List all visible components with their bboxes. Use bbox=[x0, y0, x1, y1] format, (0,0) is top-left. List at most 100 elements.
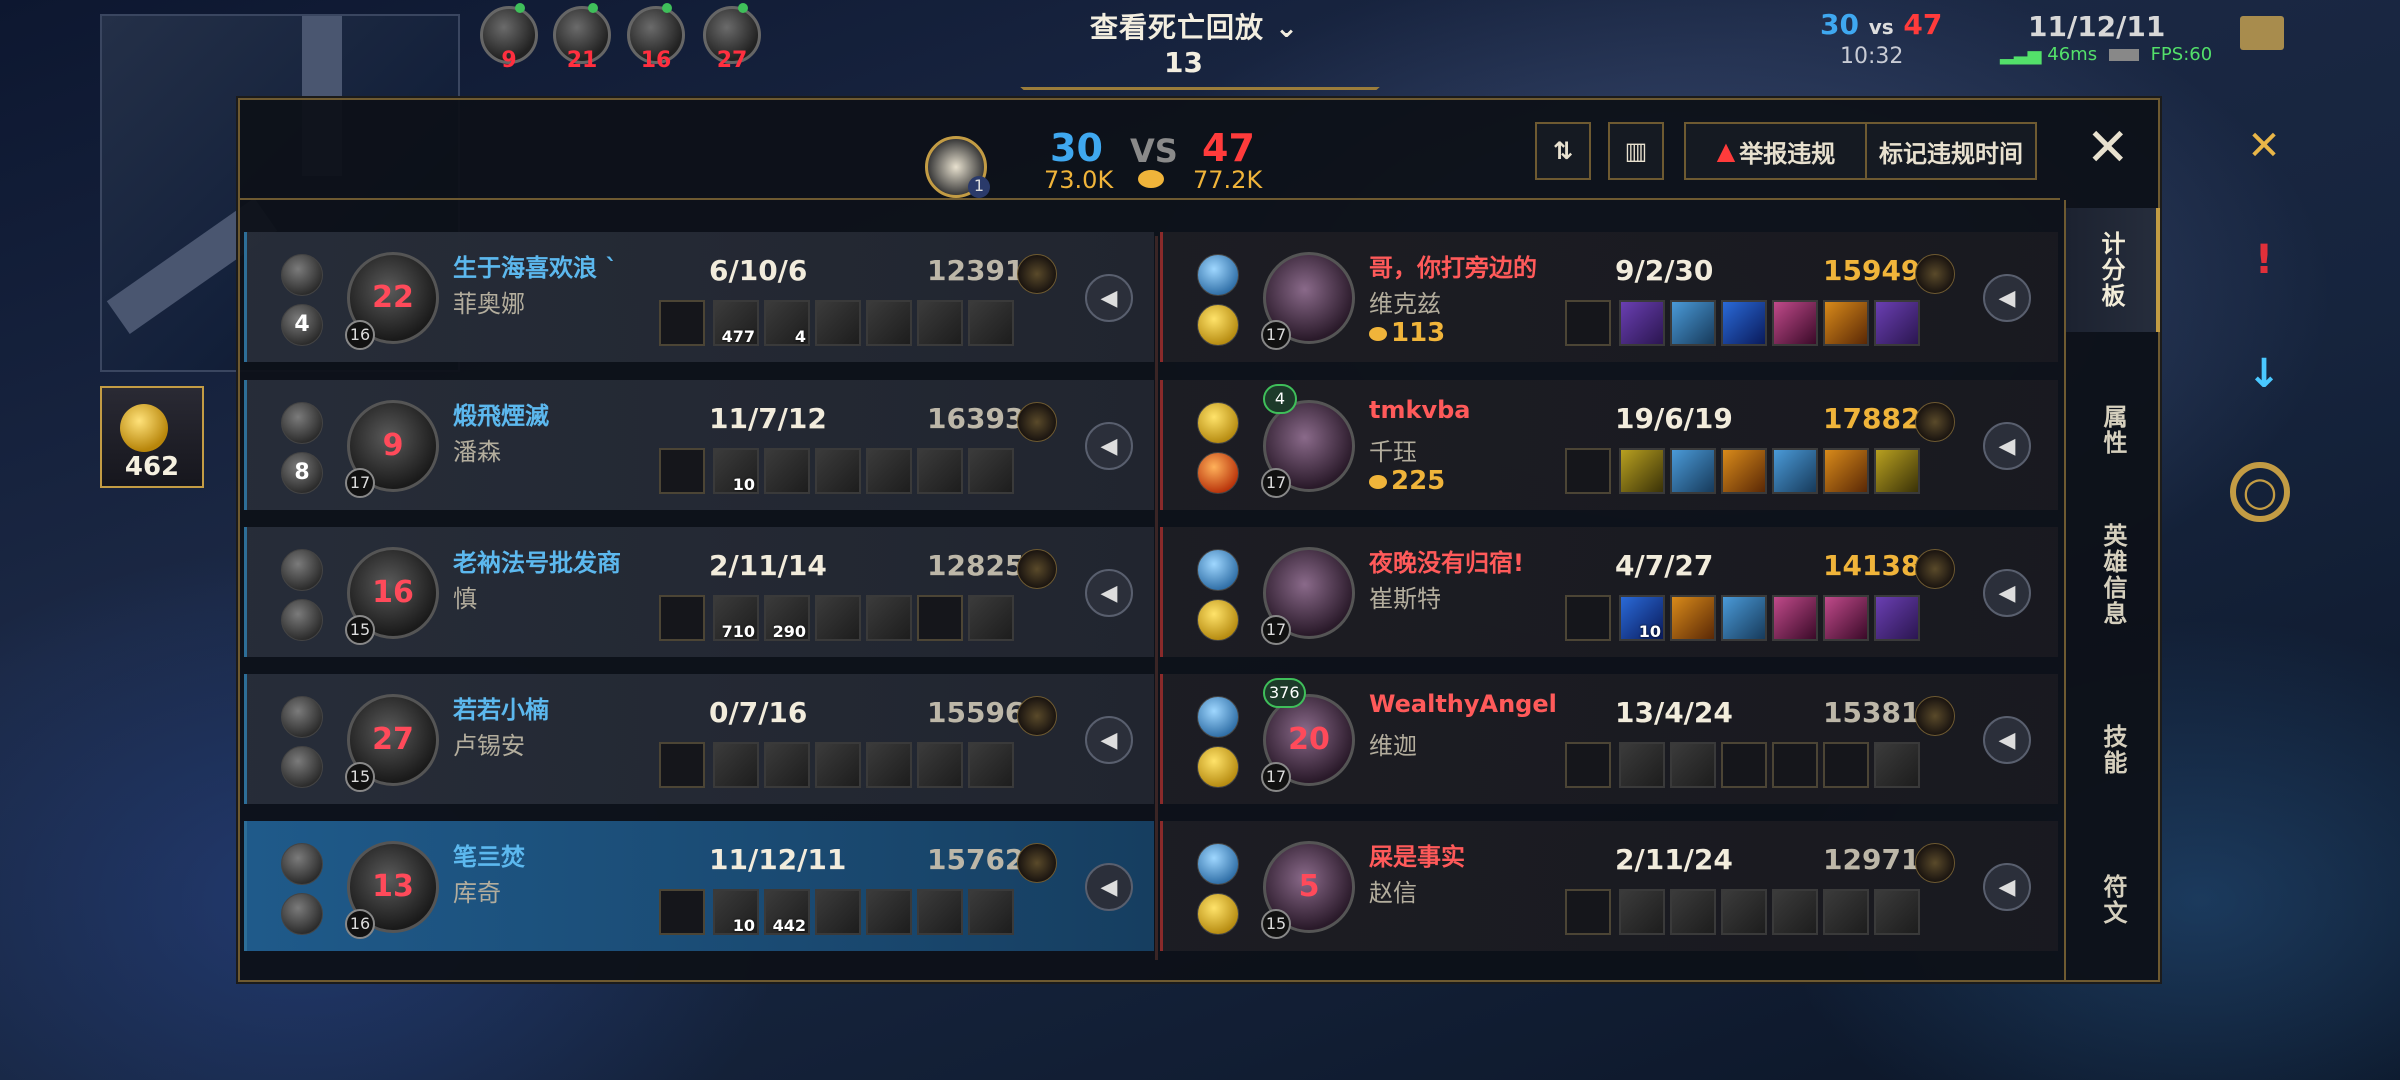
item-slot[interactable] bbox=[968, 742, 1014, 788]
tab-scoreboard[interactable]: 计分板 bbox=[2066, 208, 2160, 332]
item-slot[interactable] bbox=[866, 742, 912, 788]
sort-button[interactable]: ⇅ bbox=[1535, 122, 1591, 180]
ping-alert-icon[interactable]: ! bbox=[2230, 226, 2298, 294]
item-slot[interactable] bbox=[1721, 448, 1767, 494]
target-icon[interactable]: ○ bbox=[2230, 462, 2290, 522]
item-slot[interactable] bbox=[968, 300, 1014, 346]
item-slot[interactable] bbox=[815, 300, 861, 346]
item-slot[interactable] bbox=[1772, 742, 1818, 788]
trinket-slot[interactable] bbox=[1565, 742, 1611, 788]
chat-icon[interactable] bbox=[2240, 16, 2284, 50]
trinket-slot[interactable] bbox=[659, 448, 705, 494]
item-slot[interactable] bbox=[1721, 889, 1767, 935]
item-slot[interactable]: 442 bbox=[764, 889, 810, 935]
item-slot[interactable] bbox=[1874, 742, 1920, 788]
mark-violation-time-button[interactable]: 标记违规时间 bbox=[1865, 122, 2037, 180]
item-slot[interactable] bbox=[917, 595, 963, 641]
item-slot[interactable] bbox=[764, 742, 810, 788]
item-slot[interactable] bbox=[1823, 448, 1869, 494]
item-compare-button[interactable]: ▥ bbox=[1608, 122, 1664, 180]
mute-voice-button[interactable]: ◀ bbox=[1085, 422, 1133, 470]
item-slot[interactable]: 10 bbox=[713, 448, 759, 494]
surrender-icon[interactable]: ✕ bbox=[2230, 112, 2298, 180]
item-slot[interactable] bbox=[1670, 300, 1716, 346]
item-slot[interactable] bbox=[1772, 448, 1818, 494]
trinket-slot[interactable] bbox=[1565, 300, 1611, 346]
report-button[interactable]: ▲ 举报违规 bbox=[1684, 122, 1868, 180]
item-slot[interactable] bbox=[1619, 889, 1665, 935]
tab-skills[interactable]: 技能 bbox=[2066, 700, 2160, 800]
mute-voice-button[interactable]: ◀ bbox=[1983, 716, 2031, 764]
mute-voice-button[interactable]: ◀ bbox=[1085, 569, 1133, 617]
item-slot[interactable] bbox=[866, 595, 912, 641]
item-slot[interactable] bbox=[1874, 448, 1920, 494]
item-slot[interactable] bbox=[764, 448, 810, 494]
item-slot[interactable] bbox=[1721, 595, 1767, 641]
red-team-row[interactable]: 5 15 屎是事实 赵信 2/11/24 12971 ◀ bbox=[1160, 821, 2058, 951]
item-slot[interactable] bbox=[917, 448, 963, 494]
item-slot[interactable] bbox=[866, 889, 912, 935]
item-slot[interactable] bbox=[1670, 448, 1716, 494]
item-slot[interactable]: 10 bbox=[1619, 595, 1665, 641]
red-team-row[interactable]: 17 哥，你打旁边的 维克兹 113 9/2/30 15949 ◀ bbox=[1160, 232, 2058, 362]
death-replay-button[interactable]: 查看死亡回放 ⌄ bbox=[1090, 6, 1299, 46]
item-slot[interactable]: 4 bbox=[764, 300, 810, 346]
item-slot[interactable] bbox=[1670, 889, 1716, 935]
item-slot[interactable] bbox=[1874, 595, 1920, 641]
trinket-slot[interactable] bbox=[659, 742, 705, 788]
item-slot[interactable] bbox=[1721, 742, 1767, 788]
trinket-slot[interactable] bbox=[1565, 448, 1611, 494]
item-slot[interactable] bbox=[917, 300, 963, 346]
item-slot[interactable] bbox=[917, 889, 963, 935]
item-slot[interactable] bbox=[968, 595, 1014, 641]
item-slot[interactable]: 477 bbox=[713, 300, 759, 346]
item-slot[interactable] bbox=[1823, 300, 1869, 346]
tab-champion-info[interactable]: 英雄信息 bbox=[2066, 500, 2160, 650]
recall-arrow-icon[interactable]: ↓ bbox=[2230, 340, 2298, 408]
item-slot[interactable] bbox=[917, 742, 963, 788]
trinket-slot[interactable] bbox=[659, 300, 705, 346]
mute-voice-button[interactable]: ◀ bbox=[1983, 569, 2031, 617]
trinket-slot[interactable] bbox=[659, 889, 705, 935]
blue-team-row[interactable]: 13 16 笔亖焚 库奇 11/12/11 15762 10 442 ◀ bbox=[244, 821, 1154, 951]
blue-team-row[interactable]: 27 15 若若小楠 卢锡安 0/7/16 15596 ◀ bbox=[244, 674, 1154, 804]
trinket-slot[interactable] bbox=[659, 595, 705, 641]
blue-team-row[interactable]: 8 9 17 煅飛煙滅 潘森 11/7/12 16393 10 ◀ bbox=[244, 380, 1154, 510]
item-slot[interactable] bbox=[866, 448, 912, 494]
item-slot[interactable] bbox=[713, 742, 759, 788]
item-slot[interactable] bbox=[1670, 595, 1716, 641]
item-slot[interactable] bbox=[1619, 742, 1665, 788]
blue-team-row[interactable]: 4 22 16 生于海喜欢浪 ` 菲奥娜 6/10/6 12391 477 4 ◀ bbox=[244, 232, 1154, 362]
item-slot[interactable] bbox=[1772, 300, 1818, 346]
trinket-slot[interactable] bbox=[1565, 889, 1611, 935]
item-slot[interactable]: 10 bbox=[713, 889, 759, 935]
red-team-row[interactable]: 20 17 376 WealthyAngel 维迦 13/4/24 15381 ◀ bbox=[1160, 674, 2058, 804]
mute-voice-button[interactable]: ◀ bbox=[1085, 274, 1133, 322]
item-slot[interactable] bbox=[1670, 742, 1716, 788]
trinket-slot[interactable] bbox=[1565, 595, 1611, 641]
item-slot[interactable] bbox=[815, 595, 861, 641]
close-button[interactable]: ✕ bbox=[2086, 118, 2130, 178]
item-slot[interactable] bbox=[1772, 595, 1818, 641]
mute-voice-button[interactable]: ◀ bbox=[1085, 716, 1133, 764]
item-slot[interactable] bbox=[815, 889, 861, 935]
item-slot[interactable] bbox=[1619, 448, 1665, 494]
red-team-row[interactable]: 17 夜晚没有归宿! 崔斯特 4/7/27 14138 10 ◀ bbox=[1160, 527, 2058, 657]
blue-team-row[interactable]: 16 15 老衲法号批发商慎 2/11/14 12825 710 290 ◀ bbox=[244, 527, 1154, 657]
mute-voice-button[interactable]: ◀ bbox=[1983, 274, 2031, 322]
mute-voice-button[interactable]: ◀ bbox=[1983, 422, 2031, 470]
item-slot[interactable]: 290 bbox=[764, 595, 810, 641]
item-slot[interactable] bbox=[968, 448, 1014, 494]
item-slot[interactable] bbox=[866, 300, 912, 346]
item-slot[interactable] bbox=[1823, 595, 1869, 641]
item-slot[interactable] bbox=[1721, 300, 1767, 346]
mute-voice-button[interactable]: ◀ bbox=[1085, 863, 1133, 911]
item-slot[interactable] bbox=[815, 742, 861, 788]
item-slot[interactable] bbox=[1772, 889, 1818, 935]
red-team-row[interactable]: 17 4 tmkvba 千珏 225 19/6/19 17882 ◀ bbox=[1160, 380, 2058, 510]
item-slot[interactable] bbox=[1874, 889, 1920, 935]
tab-attributes[interactable]: 属性 bbox=[2066, 380, 2160, 480]
item-slot[interactable] bbox=[1823, 889, 1869, 935]
tab-runes[interactable]: 符文 bbox=[2066, 850, 2160, 950]
item-slot[interactable]: 710 bbox=[713, 595, 759, 641]
